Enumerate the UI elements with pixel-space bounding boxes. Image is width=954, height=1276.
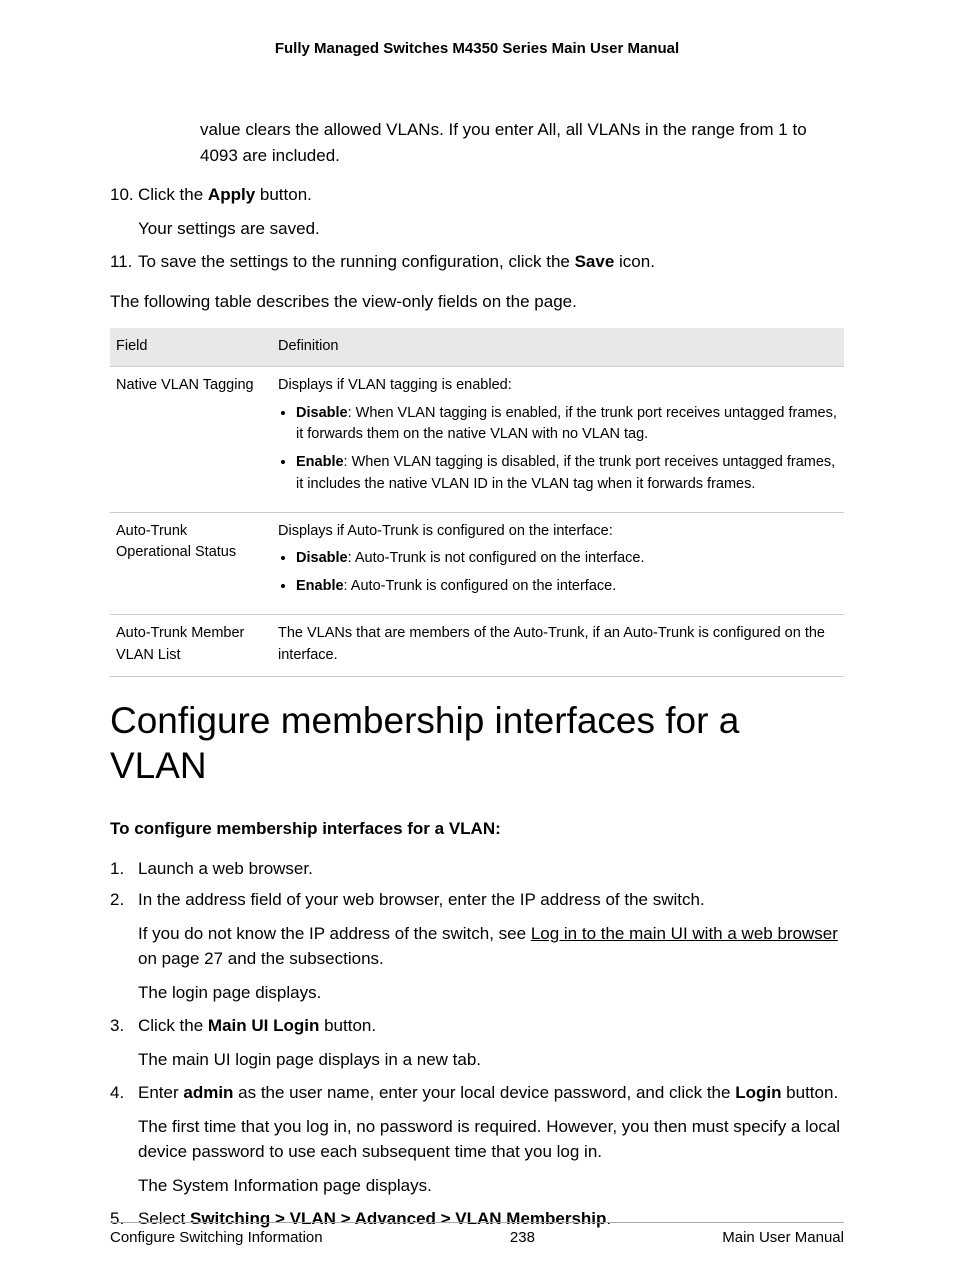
table-intro: The following table describes the view-o… [110, 289, 844, 315]
procedure-steps: 1. Launch a web browser. 2. In the addre… [110, 856, 844, 1232]
step-number: 11. [110, 249, 138, 275]
step-follow-text: The login page displays. [110, 980, 844, 1006]
admin-label: admin [183, 1083, 233, 1102]
footer-left: Configure Switching Information [110, 1229, 323, 1246]
text: : Auto-Trunk is configured on the interf… [344, 578, 617, 594]
bold-label: Disable [296, 405, 348, 421]
text: Click the [138, 1016, 208, 1035]
footer-right: Main User Manual [722, 1229, 844, 1246]
step-number: 1. [110, 856, 138, 882]
save-label: Save [575, 252, 615, 271]
text: Displays if VLAN tagging is enabled: [278, 377, 512, 393]
cross-ref-link[interactable]: Log in to the main UI with a web browser [531, 924, 838, 943]
col-header-field: Field [110, 328, 272, 366]
section-heading: Configure membership interfaces for a VL… [110, 699, 844, 788]
text: icon. [614, 252, 655, 271]
table-header-row: Field Definition [110, 328, 844, 366]
apply-label: Apply [208, 185, 255, 204]
list-item: Disable: Auto-Trunk is not configured on… [296, 548, 838, 570]
step-number: 10. [110, 182, 138, 208]
login-label: Login [735, 1083, 781, 1102]
field-name: Auto-Trunk Member VLAN List [110, 614, 272, 677]
page-header-title: Fully Managed Switches M4350 Series Main… [110, 40, 844, 57]
definition-list: Disable: Auto-Trunk is not configured on… [278, 548, 838, 598]
step-number: 4. [110, 1080, 138, 1106]
text: Displays if Auto-Trunk is configured on … [278, 523, 613, 539]
step-follow-text: The System Information page displays. [110, 1173, 844, 1199]
text: Enter [138, 1083, 183, 1102]
text: : When VLAN tagging is disabled, if the … [296, 454, 835, 492]
fields-table: Field Definition Native VLAN Tagging Dis… [110, 328, 844, 677]
field-name: Native VLAN Tagging [110, 366, 272, 512]
footer-page-number: 238 [510, 1229, 535, 1246]
step-text: Click the Main UI Login button. [138, 1013, 844, 1039]
main-content: value clears the allowed VLANs. If you e… [110, 117, 844, 1232]
step-text: To save the settings to the running conf… [138, 249, 844, 275]
field-name: Auto-Trunk Operational Status [110, 512, 272, 614]
field-definition: The VLANs that are members of the Auto-T… [272, 614, 844, 677]
step-follow-text: The main UI login page displays in a new… [110, 1047, 844, 1073]
table-row: Auto-Trunk Operational Status Displays i… [110, 512, 844, 614]
text: : Auto-Trunk is not configured on the in… [348, 550, 645, 566]
text: button. [319, 1016, 376, 1035]
text: If you do not know the IP address of the… [138, 924, 531, 943]
list-item: Enable: When VLAN tagging is disabled, i… [296, 452, 838, 496]
step-text: Launch a web browser. [138, 856, 844, 882]
bold-label: Disable [296, 550, 348, 566]
field-definition: Displays if VLAN tagging is enabled: Dis… [272, 366, 844, 512]
main-ui-login-label: Main UI Login [208, 1016, 319, 1035]
step-text: In the address field of your web browser… [138, 887, 844, 913]
list-item: Enable: Auto-Trunk is configured on the … [296, 576, 838, 598]
field-definition: Displays if Auto-Trunk is configured on … [272, 512, 844, 614]
step-text: Enter admin as the user name, enter your… [138, 1080, 844, 1106]
bold-label: Enable [296, 578, 344, 594]
table-row: Auto-Trunk Member VLAN List The VLANs th… [110, 614, 844, 677]
list-item: Disable: When VLAN tagging is enabled, i… [296, 403, 838, 447]
step-follow-text: Your settings are saved. [110, 216, 844, 242]
step-text: Click the Apply button. [138, 182, 844, 208]
step-follow-text: The first time that you log in, no passw… [110, 1114, 844, 1165]
definition-list: Disable: When VLAN tagging is enabled, i… [278, 403, 838, 496]
col-header-definition: Definition [272, 328, 844, 366]
text: button. [255, 185, 312, 204]
text: Click the [138, 185, 208, 204]
sub-heading: To configure membership interfaces for a… [110, 816, 844, 842]
text: as the user name, enter your local devic… [233, 1083, 735, 1102]
text: : When VLAN tagging is enabled, if the t… [296, 405, 837, 443]
steps-continued: 10. Click the Apply button. Your setting… [110, 182, 844, 275]
text: on page 27 and the subsections. [138, 949, 384, 968]
step-number: 2. [110, 887, 138, 913]
step-number: 3. [110, 1013, 138, 1039]
step-follow-text: If you do not know the IP address of the… [110, 921, 844, 972]
page-footer: Configure Switching Information 238 Main… [110, 1222, 844, 1246]
continued-paragraph: value clears the allowed VLANs. If you e… [110, 117, 844, 168]
table-row: Native VLAN Tagging Displays if VLAN tag… [110, 366, 844, 512]
text: To save the settings to the running conf… [138, 252, 575, 271]
text: button. [781, 1083, 838, 1102]
bold-label: Enable [296, 454, 344, 470]
